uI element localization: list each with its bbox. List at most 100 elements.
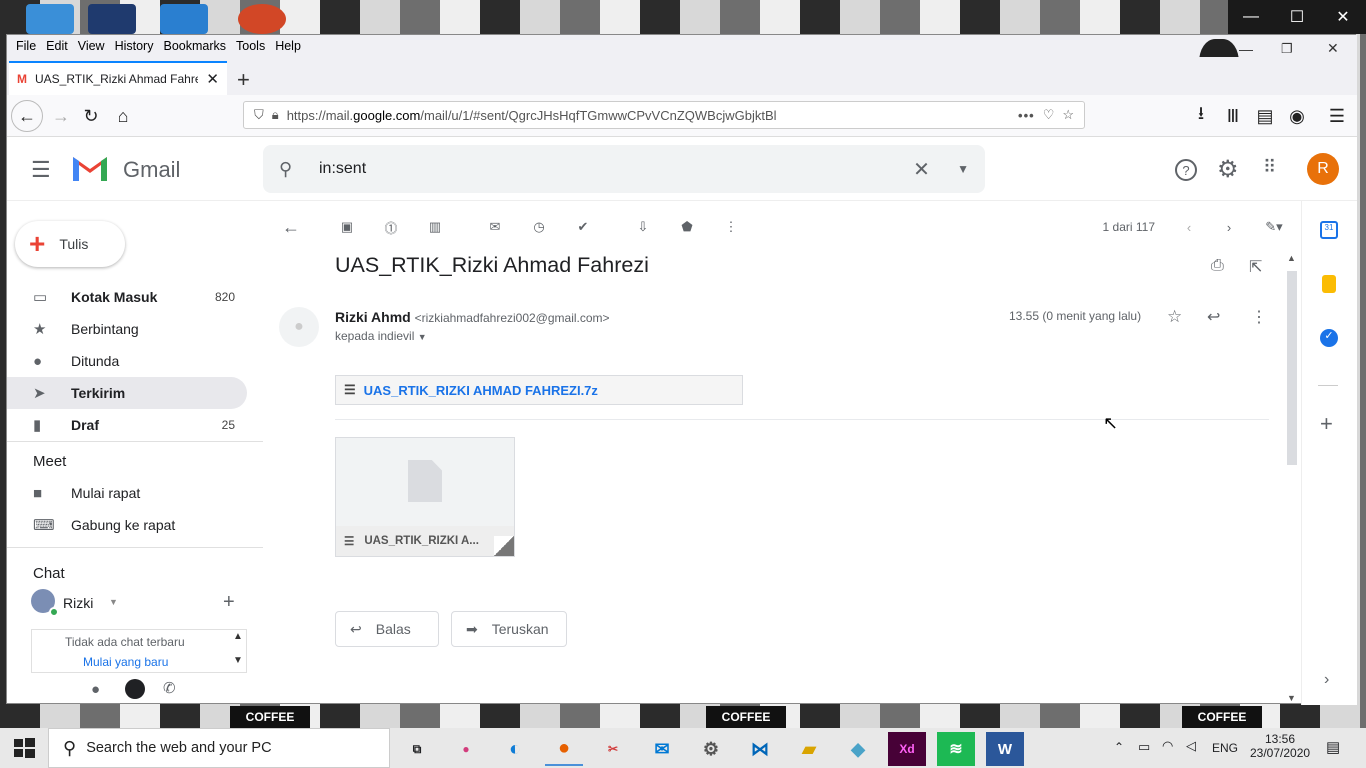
chat-scroll-down-icon[interactable]: ▼	[233, 655, 243, 666]
reply-button[interactable]: ↩ Balas	[335, 611, 439, 647]
word-icon[interactable]: W	[986, 732, 1024, 766]
new-tab-icon[interactable]: +	[237, 67, 250, 93]
vscode-icon[interactable]: ⋈	[741, 732, 779, 766]
scroll-up-icon[interactable]: ▲	[1287, 253, 1296, 263]
open-new-window-icon[interactable]: ⇱	[1249, 257, 1262, 277]
notifications-icon[interactable]: ▤	[1326, 738, 1340, 756]
scroll-thumb[interactable]	[1287, 271, 1297, 465]
label-icon[interactable]: ⬟	[665, 207, 709, 247]
app-game-icon[interactable]: ●	[447, 732, 485, 766]
search-input[interactable]: in:sent	[319, 160, 913, 178]
avatar[interactable]: R	[1307, 153, 1339, 185]
menu-view[interactable]: View	[73, 39, 110, 53]
mark-unread-icon[interactable]: ✉	[473, 207, 517, 247]
language-indicator[interactable]: ENG	[1212, 741, 1238, 755]
nav-item-inbox[interactable]: ▭ Kotak Masuk 820	[7, 281, 247, 313]
account-icon[interactable]: ◉	[1281, 100, 1313, 132]
page-actions-icon[interactable]: •••	[1018, 108, 1035, 123]
older-icon[interactable]: ›	[1209, 207, 1249, 247]
calendar-icon[interactable]: 31	[1320, 221, 1338, 239]
spotify-icon[interactable]: ≋	[937, 732, 975, 766]
ff-minimize-icon[interactable]: —	[1239, 41, 1253, 57]
volume-icon[interactable]: ◁	[1186, 738, 1196, 754]
snooze-icon[interactable]: ◷	[517, 207, 561, 247]
file-explorer-icon[interactable]: ▰	[790, 732, 828, 766]
hangouts-icon[interactable]	[125, 679, 145, 699]
library-icon[interactable]: Ⅲ	[1217, 100, 1249, 132]
back-icon[interactable]: ←	[11, 100, 43, 132]
snipping-tool-icon[interactable]: ✂	[594, 732, 632, 766]
battery-icon[interactable]: ▭	[1138, 739, 1150, 755]
maximize-window-button[interactable]: ☐	[1274, 0, 1320, 34]
delete-icon[interactable]: ▥	[413, 207, 457, 247]
search-icon[interactable]: ⚲	[279, 159, 319, 180]
attachment-thumbnail[interactable]: ☰ UAS_RTIK_RIZKI A...	[335, 437, 515, 557]
mail-icon[interactable]: ✉	[643, 732, 681, 766]
nav-item-sent[interactable]: ➤ Terkirim	[7, 377, 247, 409]
sender-avatar[interactable]: ●	[279, 307, 319, 347]
search-box[interactable]: ⚲ in:sent ✕ ▼	[263, 145, 985, 193]
close-tab-icon[interactable]: ✕	[206, 70, 219, 88]
nav-item-snoozed[interactable]: ● Ditunda	[7, 345, 247, 377]
menu-bookmarks[interactable]: Bookmarks	[158, 39, 231, 53]
reload-icon[interactable]: ↻	[75, 100, 107, 132]
sidebar-icon[interactable]: ▤	[1249, 100, 1281, 132]
desktop-icon[interactable]	[160, 4, 208, 34]
minimize-window-button[interactable]: —	[1228, 0, 1274, 34]
move-to-icon[interactable]: ⇩	[621, 207, 665, 247]
forward-icon[interactable]: →	[45, 100, 77, 132]
keep-icon[interactable]	[1322, 275, 1336, 293]
adobe-xd-icon[interactable]: Xd	[888, 732, 926, 766]
menu-history[interactable]: History	[110, 39, 159, 53]
hamburger-menu-icon[interactable]: ☰	[1321, 100, 1353, 132]
meet-start-item[interactable]: ■ Mulai rapat	[7, 477, 247, 509]
gmail-logo-icon[interactable]	[71, 151, 109, 183]
menu-edit[interactable]: Edit	[41, 39, 73, 53]
add-addon-icon[interactable]: +	[1320, 411, 1333, 437]
recipient-details-icon[interactable]: ▼	[418, 332, 427, 342]
pocket-icon[interactable]: ♡	[1043, 107, 1055, 123]
settings-gear-icon[interactable]: ⚙	[1217, 155, 1239, 184]
settings-icon[interactable]: ⚙	[692, 732, 730, 766]
meet-join-item[interactable]: ⌨ Gabung ke rapat	[7, 509, 247, 541]
taskbar-search[interactable]: ⚲ Search the web and your PC	[48, 728, 390, 768]
message-more-icon[interactable]: ⋮	[1251, 307, 1267, 327]
desktop-icon[interactable]	[88, 4, 136, 34]
chat-start-link[interactable]: Mulai yang baru	[83, 655, 168, 669]
help-icon[interactable]: ?	[1175, 159, 1197, 181]
menu-help[interactable]: Help	[270, 39, 306, 53]
nav-item-drafts[interactable]: ▮ Draf 25	[7, 409, 247, 441]
app-blue-icon[interactable]: ◆	[839, 732, 877, 766]
menu-tools[interactable]: Tools	[231, 39, 270, 53]
firefox-icon[interactable]: ●	[545, 732, 583, 766]
contacts-icon[interactable]: ●	[91, 681, 100, 698]
status-dropdown-icon[interactable]: ▼	[109, 597, 118, 607]
new-chat-icon[interactable]: +	[223, 591, 235, 614]
apps-grid-icon[interactable]: ⠿	[1263, 157, 1276, 178]
shield-icon[interactable]: ⛉	[254, 107, 264, 123]
close-window-button[interactable]: ✕	[1320, 0, 1366, 34]
compose-button[interactable]: + Tulis	[15, 221, 125, 267]
desktop-icon[interactable]	[26, 4, 74, 34]
windows-start-icon[interactable]	[12, 736, 36, 760]
wifi-icon[interactable]: ◠	[1162, 738, 1173, 754]
task-view-icon[interactable]: ⧉	[398, 732, 436, 766]
desktop-icon[interactable]	[238, 4, 286, 34]
recipient-line[interactable]: kepada indievil ▼	[335, 329, 427, 343]
menu-file[interactable]: File	[11, 39, 41, 53]
ff-restore-icon[interactable]: ❐	[1281, 41, 1293, 57]
show-hidden-icons[interactable]: ⌃	[1114, 740, 1124, 754]
clear-search-icon[interactable]: ✕	[913, 157, 957, 182]
sender-name[interactable]: Rizki Ahmd	[335, 309, 411, 325]
input-tools-icon[interactable]: ✎▾	[1249, 207, 1299, 247]
phone-icon[interactable]: ✆	[163, 679, 176, 697]
report-spam-icon[interactable]: ⓵	[369, 207, 413, 247]
archive-icon[interactable]: ▣	[325, 207, 369, 247]
add-task-icon[interactable]: ✔	[561, 207, 605, 247]
forward-button[interactable]: ➡ Teruskan	[451, 611, 567, 647]
chat-user-name[interactable]: Rizki	[63, 595, 93, 611]
reply-icon[interactable]: ↩	[1207, 307, 1220, 327]
bookmark-star-icon[interactable]: ☆	[1062, 107, 1084, 123]
clock[interactable]: 13:56 23/07/2020	[1250, 732, 1310, 760]
edge-icon[interactable]: ◐	[496, 732, 534, 766]
